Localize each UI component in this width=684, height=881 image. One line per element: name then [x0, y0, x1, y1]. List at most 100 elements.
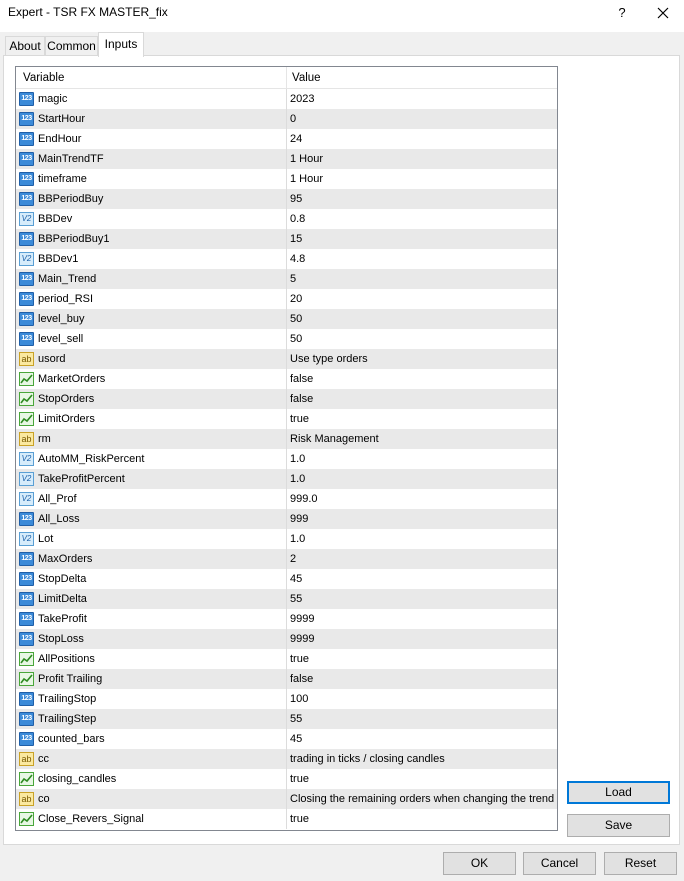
load-button[interactable]: Load: [567, 781, 670, 804]
variable-value[interactable]: 45: [290, 569, 302, 589]
variable-value[interactable]: 1.0: [290, 449, 305, 469]
variable-value[interactable]: false: [290, 389, 313, 409]
table-row[interactable]: 123 EndHour 24: [16, 129, 557, 149]
boolean-type-icon: [19, 372, 34, 386]
variable-value[interactable]: 2023: [290, 89, 314, 109]
table-row[interactable]: V2 BBDev1 4.8: [16, 249, 557, 269]
variable-value[interactable]: false: [290, 669, 313, 689]
table-row[interactable]: Profit Trailing false: [16, 669, 557, 689]
table-row[interactable]: 123 TrailingStop 100: [16, 689, 557, 709]
type-icon-label: 123: [21, 175, 32, 182]
table-row[interactable]: 123 LimitDelta 55: [16, 589, 557, 609]
variable-value[interactable]: 5: [290, 269, 296, 289]
column-header-variable[interactable]: Variable: [16, 67, 286, 89]
variable-value[interactable]: trading in ticks / closing candles: [290, 749, 445, 769]
variable-value[interactable]: true: [290, 769, 309, 789]
variable-value[interactable]: 15: [290, 229, 302, 249]
table-row[interactable]: V2 All_Prof 999.0: [16, 489, 557, 509]
ok-button[interactable]: OK: [443, 852, 516, 875]
table-row[interactable]: V2 Lot 1.0: [16, 529, 557, 549]
table-row[interactable]: 123 magic 2023: [16, 89, 557, 109]
table-row[interactable]: ab co Closing the remaining orders when ch…: [16, 789, 557, 809]
cell-divider: [286, 709, 287, 729]
cell-divider: [286, 149, 287, 169]
variable-value[interactable]: 100: [290, 689, 308, 709]
variable-value[interactable]: 55: [290, 709, 302, 729]
table-row[interactable]: 123 TakeProfit 9999: [16, 609, 557, 629]
variable-value[interactable]: 999.0: [290, 489, 318, 509]
table-row[interactable]: V2 AutoMM_RiskPercent 1.0: [16, 449, 557, 469]
tab-common[interactable]: Common: [45, 36, 98, 56]
variable-value[interactable]: 1.0: [290, 529, 305, 549]
table-row[interactable]: 123 StartHour 0: [16, 109, 557, 129]
table-row[interactable]: MarketOrders false: [16, 369, 557, 389]
table-row[interactable]: ab usord Use type orders: [16, 349, 557, 369]
table-row[interactable]: Close_Revers_Signal true: [16, 809, 557, 829]
variable-name: TakeProfit: [38, 613, 87, 625]
table-row[interactable]: 123 period_RSI 20: [16, 289, 557, 309]
variable-value[interactable]: 45: [290, 729, 302, 749]
save-button[interactable]: Save: [567, 814, 670, 837]
variable-value[interactable]: 2: [290, 549, 296, 569]
variable-value[interactable]: 4.8: [290, 249, 305, 269]
variable-name: TakeProfitPercent: [38, 473, 125, 485]
close-icon: [657, 7, 669, 19]
variable-value[interactable]: 0.8: [290, 209, 305, 229]
cancel-button[interactable]: Cancel: [523, 852, 596, 875]
inputs-grid[interactable]: Variable Value 123 magic 2023 123 StartHour 0…: [15, 66, 558, 831]
table-row[interactable]: 123 StopLoss 9999: [16, 629, 557, 649]
variable-value[interactable]: 50: [290, 329, 302, 349]
close-button[interactable]: [652, 2, 674, 24]
table-row[interactable]: 123 level_sell 50: [16, 329, 557, 349]
variable-value[interactable]: 20: [290, 289, 302, 309]
table-row[interactable]: StopOrders false: [16, 389, 557, 409]
column-header-value[interactable]: Value: [287, 67, 557, 89]
table-row[interactable]: 123 counted_bars 45: [16, 729, 557, 749]
type-icon-label: 123: [21, 715, 32, 722]
tab-about[interactable]: About: [5, 36, 45, 56]
table-row[interactable]: AllPositions true: [16, 649, 557, 669]
double-type-icon: V2: [19, 532, 34, 546]
integer-type-icon: 123: [19, 512, 34, 526]
table-row[interactable]: ab rm Risk Management: [16, 429, 557, 449]
variable-value[interactable]: 0: [290, 109, 296, 129]
table-row[interactable]: 123 BBPeriodBuy 95: [16, 189, 557, 209]
variable-value[interactable]: 9999: [290, 609, 314, 629]
variable-value[interactable]: Risk Management: [290, 429, 379, 449]
variable-value[interactable]: Use type orders: [290, 349, 368, 369]
variable-value[interactable]: 24: [290, 129, 302, 149]
variable-value[interactable]: 1 Hour: [290, 149, 323, 169]
table-row[interactable]: 123 StopDelta 45: [16, 569, 557, 589]
help-button[interactable]: ?: [612, 2, 632, 24]
variable-value[interactable]: 95: [290, 189, 302, 209]
cell-divider: [286, 589, 287, 609]
reset-button[interactable]: Reset: [604, 852, 677, 875]
variable-value[interactable]: false: [290, 369, 313, 389]
table-row[interactable]: closing_candles true: [16, 769, 557, 789]
variable-value[interactable]: true: [290, 649, 309, 669]
table-row[interactable]: V2 TakeProfitPercent 1.0: [16, 469, 557, 489]
table-row[interactable]: 123 MaxOrders 2: [16, 549, 557, 569]
integer-type-icon: 123: [19, 332, 34, 346]
variable-value[interactable]: 55: [290, 589, 302, 609]
table-row[interactable]: 123 BBPeriodBuy1 15: [16, 229, 557, 249]
tab-inputs[interactable]: Inputs: [98, 32, 144, 57]
variable-value[interactable]: Closing the remaining orders when changi…: [290, 789, 554, 809]
table-row[interactable]: ab cc trading in ticks / closing candles: [16, 749, 557, 769]
table-row[interactable]: V2 BBDev 0.8: [16, 209, 557, 229]
variable-value[interactable]: 1.0: [290, 469, 305, 489]
type-icon-label: ab: [21, 754, 32, 764]
table-row[interactable]: 123 TrailingStep 55: [16, 709, 557, 729]
table-row[interactable]: 123 level_buy 50: [16, 309, 557, 329]
variable-value[interactable]: 9999: [290, 629, 314, 649]
table-row[interactable]: 123 Main_Trend 5: [16, 269, 557, 289]
variable-value[interactable]: true: [290, 409, 309, 429]
variable-value[interactable]: 999: [290, 509, 308, 529]
table-row[interactable]: LimitOrders true: [16, 409, 557, 429]
table-row[interactable]: 123 MainTrendTF 1 Hour: [16, 149, 557, 169]
table-row[interactable]: 123 All_Loss 999: [16, 509, 557, 529]
variable-value[interactable]: 1 Hour: [290, 169, 323, 189]
variable-value[interactable]: true: [290, 809, 309, 829]
table-row[interactable]: 123 timeframe 1 Hour: [16, 169, 557, 189]
variable-value[interactable]: 50: [290, 309, 302, 329]
